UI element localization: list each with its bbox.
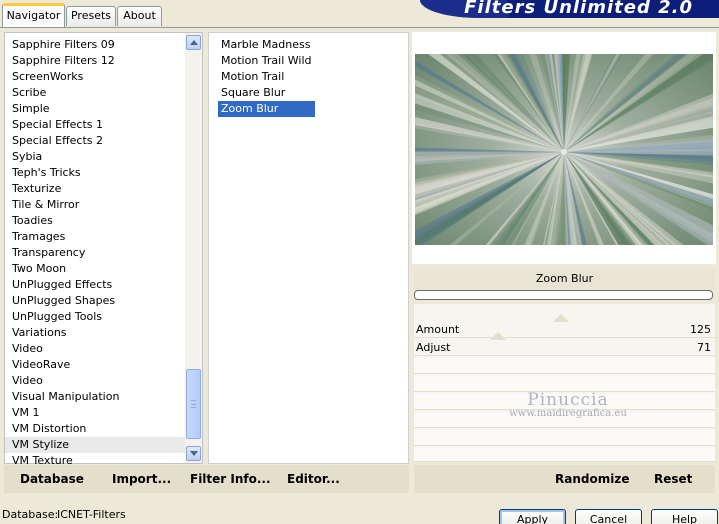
scroll-down-button[interactable] — [186, 446, 201, 461]
filter-name-label: Zoom Blur — [414, 268, 715, 290]
zoom-blur-preview-graphic — [415, 54, 713, 245]
category-scrollbar[interactable] — [185, 33, 202, 463]
category-item[interactable]: Video — [5, 373, 186, 389]
cancel-button[interactable]: Cancel — [575, 509, 642, 524]
category-item[interactable]: VM Stylize — [5, 437, 186, 453]
reset-button[interactable]: Reset — [654, 471, 692, 487]
category-item[interactable]: Simple — [5, 101, 186, 117]
category-item[interactable]: Sapphire Filters 12 — [5, 53, 186, 69]
category-item[interactable]: UnPlugged Effects — [5, 277, 186, 293]
preview-image — [415, 54, 713, 245]
category-item[interactable]: Sapphire Filters 09 — [5, 37, 186, 53]
category-item[interactable]: UnPlugged Tools — [5, 309, 186, 325]
param-row-amount[interactable]: Amount 125 — [414, 322, 715, 338]
scroll-thumb[interactable] — [186, 369, 201, 439]
category-item[interactable]: Sybia — [5, 149, 186, 165]
category-item[interactable]: Toadies — [5, 213, 186, 229]
param-value: 71 — [697, 341, 711, 354]
help-button[interactable]: Help — [651, 509, 718, 524]
category-item[interactable]: VideoRave — [5, 357, 186, 373]
category-item[interactable]: VM 1 — [5, 405, 186, 421]
status-value-2: ... — [57, 520, 68, 524]
randomize-button[interactable]: Randomize — [555, 471, 629, 487]
category-list: Sapphire Filters 09 Sapphire Filters 12 Sc… — [4, 32, 203, 467]
navigator-panel: Sapphire Filters 09 Sapphire Filters 12 Sc… — [0, 27, 719, 495]
tab-navigator[interactable]: Navigator — [2, 3, 65, 27]
category-item[interactable]: Special Effects 2 — [5, 133, 186, 149]
editor-button[interactable]: Editor... — [287, 471, 340, 487]
parameters-area: Amount 125 Adjust 71 — [414, 304, 715, 462]
bottom-toolbar-left: Database Import... Filter Info... Editor… — [4, 465, 409, 493]
filter-item[interactable]: Marble Madness — [218, 37, 315, 53]
param-value: 125 — [690, 323, 711, 336]
apply-button[interactable]: Apply — [499, 509, 566, 524]
slider-marker[interactable] — [490, 332, 507, 340]
param-row-empty — [414, 394, 715, 410]
category-items: Sapphire Filters 09 Sapphire Filters 12 Sc… — [5, 37, 186, 469]
param-label: Amount — [416, 323, 460, 336]
database-button[interactable]: Database — [20, 471, 84, 487]
param-row-empty — [414, 430, 715, 446]
scroll-up-button[interactable] — [186, 35, 201, 50]
progress-bar — [414, 290, 713, 300]
app-title: Filters Unlimited 2.0 — [464, 0, 693, 18]
filter-item[interactable]: Motion Trail Wild — [218, 53, 315, 69]
bottom-toolbar-right: Randomize Reset — [414, 465, 715, 493]
category-item[interactable]: Tile & Mirror — [5, 197, 186, 213]
status-database: Database: ICNET-Filters — [2, 508, 126, 522]
param-row-empty — [414, 358, 715, 374]
param-row-empty — [414, 448, 715, 462]
filter-info-button[interactable]: Filter Info... — [190, 471, 271, 487]
param-row-empty — [414, 412, 715, 428]
category-item[interactable]: ScreenWorks — [5, 69, 186, 85]
category-item[interactable]: Special Effects 1 — [5, 117, 186, 133]
category-item[interactable]: Tramages — [5, 229, 186, 245]
slider-marker[interactable] — [553, 314, 570, 322]
filter-item[interactable]: Zoom Blur — [218, 101, 315, 117]
filter-item[interactable]: Square Blur — [218, 85, 315, 101]
preview-frame — [412, 32, 716, 264]
chevron-down-icon — [190, 451, 198, 456]
tab-about[interactable]: About — [117, 6, 162, 26]
category-item[interactable]: VM Distortion — [5, 421, 186, 437]
category-item[interactable]: Video — [5, 341, 186, 357]
param-row-empty — [414, 376, 715, 392]
category-item[interactable]: Transparency — [5, 245, 186, 261]
status-label: Database: — [2, 508, 59, 521]
chevron-up-icon — [190, 40, 198, 45]
filter-item[interactable]: Motion Trail — [218, 69, 315, 85]
category-item[interactable]: Two Moon — [5, 261, 186, 277]
header-banner: Filters Unlimited 2.0 — [420, 0, 719, 18]
category-item[interactable]: Visual Manipulation — [5, 389, 186, 405]
category-item[interactable]: Teph's Tricks — [5, 165, 186, 181]
category-item[interactable]: UnPlugged Shapes — [5, 293, 186, 309]
category-item[interactable]: Scribe — [5, 85, 186, 101]
tab-presets[interactable]: Presets — [66, 6, 116, 26]
category-item[interactable]: Texturize — [5, 181, 186, 197]
filter-list: Marble Madness Motion Trail Wild Motion Tr… — [208, 32, 409, 464]
category-item[interactable]: Variations — [5, 325, 186, 341]
import-button[interactable]: Import... — [112, 471, 171, 487]
filter-items: Marble Madness Motion Trail Wild Motion Tr… — [218, 37, 315, 117]
param-label: Adjust — [416, 341, 451, 354]
param-row-adjust[interactable]: Adjust 71 — [414, 340, 715, 356]
